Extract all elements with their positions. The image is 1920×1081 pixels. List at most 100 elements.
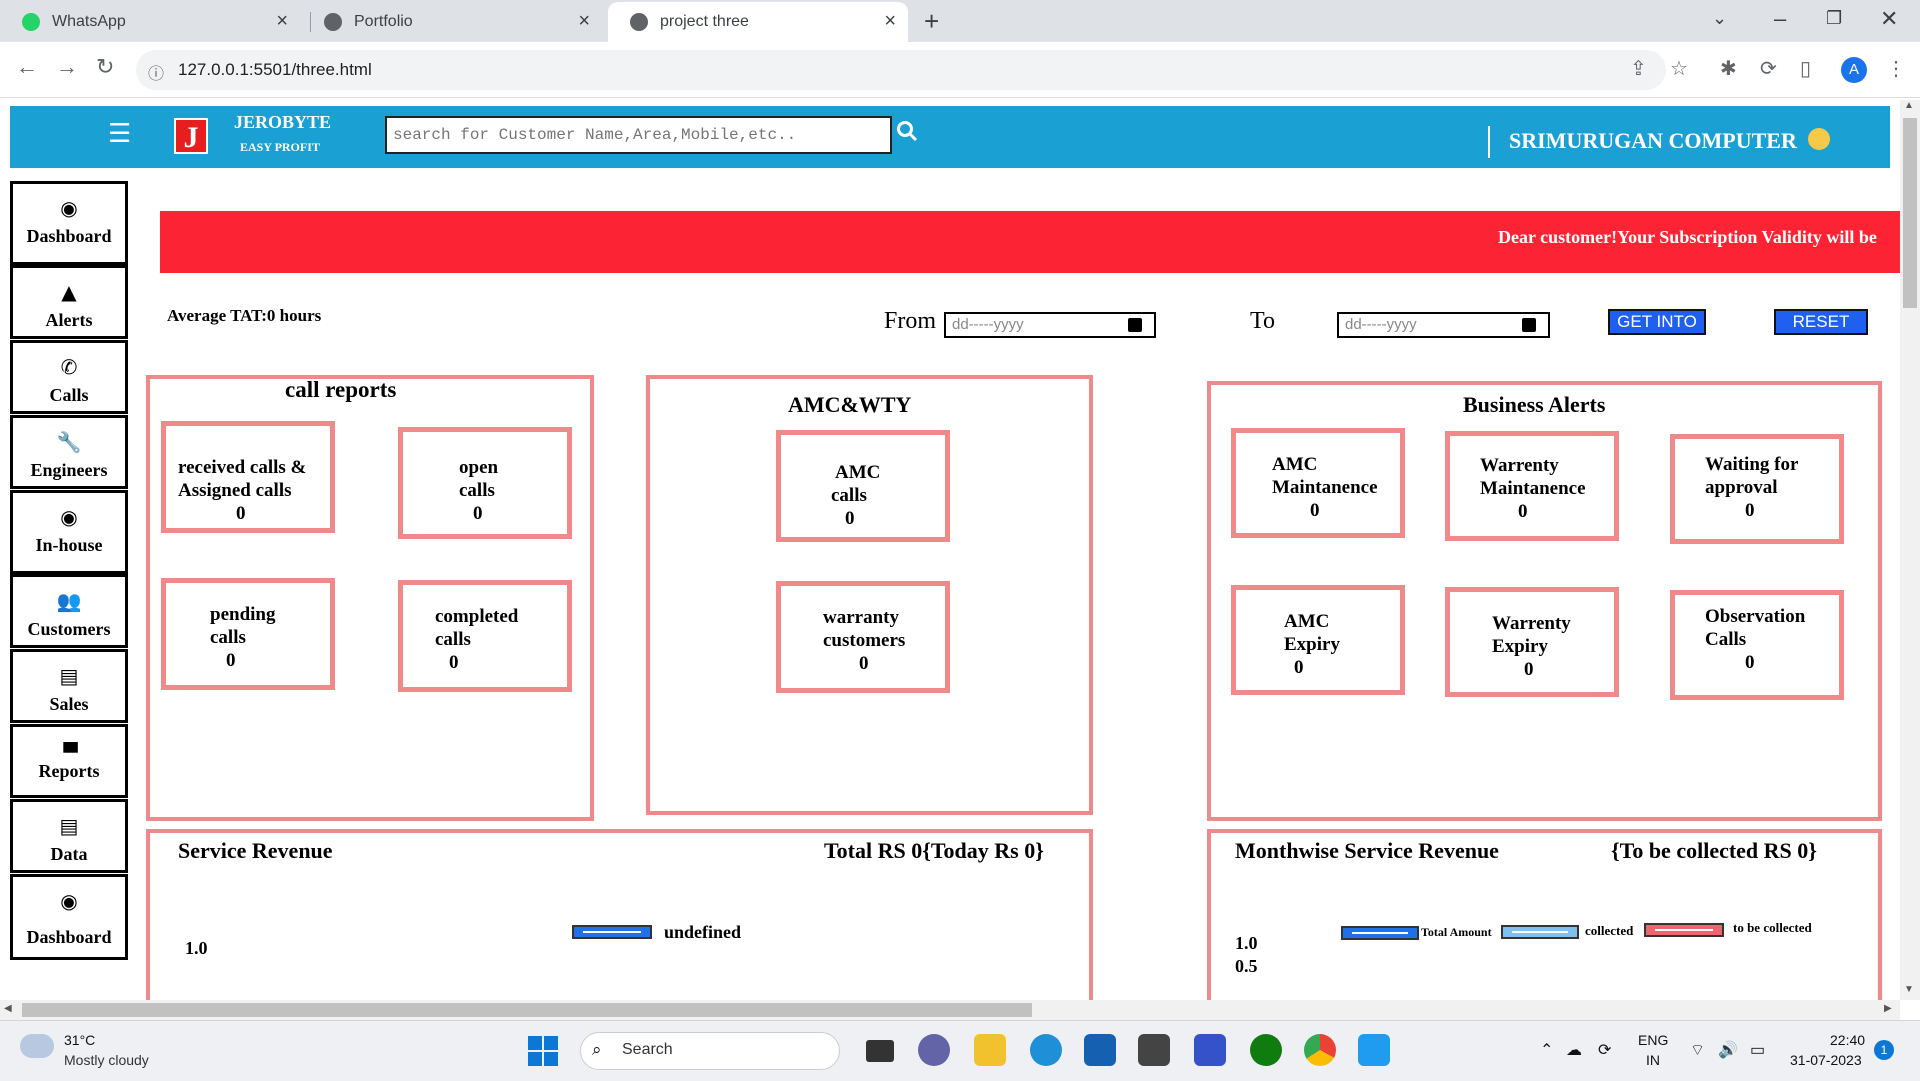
card-warranty-customers[interactable]: warranty customers 0 [776, 581, 950, 693]
taskbar-search[interactable] [580, 1032, 840, 1070]
forward-icon[interactable]: → [56, 54, 78, 80]
weather-temp[interactable]: 31°C [64, 1032, 95, 1048]
card-warrenty-expiry[interactable]: Warrenty Expiry 0 [1445, 587, 1619, 697]
share-icon[interactable]: ⇪ [1630, 56, 1647, 81]
legend-swatch-collected[interactable] [1501, 925, 1579, 939]
sync-icon[interactable]: ⟳ [1760, 56, 1777, 81]
legend-label[interactable]: undefined [664, 922, 741, 943]
tab-portfolio[interactable]: Portfolio × [304, 2, 604, 42]
sidebar-item-data[interactable]: ▤ Data [10, 799, 128, 873]
extensions-icon[interactable]: ✱ [1720, 56, 1737, 81]
calendar-icon[interactable] [1128, 318, 1142, 332]
sidebar-item-sales[interactable]: ▤ Sales [10, 649, 128, 723]
sidebar-item-alerts[interactable]: ▲ Alerts [10, 265, 128, 339]
card-amc-expiry[interactable]: AMC Expiry 0 [1231, 585, 1405, 695]
card-open-calls[interactable]: open calls 0 [398, 427, 572, 539]
onedrive-icon[interactable]: ☁ [1566, 1040, 1582, 1060]
horizontal-scrollbar-thumb[interactable] [22, 1003, 1032, 1017]
new-tab-icon[interactable]: + [924, 6, 939, 37]
get-into-button[interactable]: GET INTO [1608, 309, 1706, 335]
close-tab-icon[interactable]: × [578, 10, 590, 33]
teams-chat-icon[interactable] [918, 1034, 950, 1066]
from-date-input[interactable]: dd-----yyyy [944, 312, 1156, 338]
file-explorer-icon[interactable] [974, 1034, 1006, 1066]
url-text[interactable]: 127.0.0.1:5501/three.html [178, 60, 372, 80]
edge-icon[interactable] [1030, 1034, 1062, 1066]
notification-badge[interactable]: 1 [1874, 1040, 1894, 1060]
battery-icon[interactable]: ▭ [1750, 1040, 1765, 1060]
chevron-down-icon[interactable]: ⌄ [1712, 8, 1727, 29]
sidebar-item-calls[interactable]: ✆ Calls [10, 340, 128, 414]
sidebar-item-engineers[interactable]: 🔧 Engineers [10, 415, 128, 489]
legend-label-collected[interactable]: collected [1585, 923, 1633, 939]
windows-start-icon[interactable] [528, 1036, 558, 1066]
legend-swatch-total[interactable] [1341, 926, 1419, 940]
legend-swatch-to-be-collected[interactable] [1644, 923, 1724, 937]
vscode-icon[interactable] [1358, 1034, 1390, 1066]
minimize-icon[interactable]: – [1774, 6, 1786, 32]
legend-label-to-be-collected[interactable]: to be collected [1733, 920, 1812, 936]
close-tab-icon[interactable]: × [276, 10, 288, 33]
back-icon[interactable]: ← [16, 54, 38, 80]
close-tab-icon[interactable]: × [884, 10, 896, 33]
reload-icon[interactable]: ↻ [96, 54, 114, 80]
weather-cloud-icon[interactable] [20, 1034, 54, 1058]
profile-avatar[interactable]: A [1841, 57, 1867, 83]
language-indicator[interactable]: ENG [1638, 1032, 1668, 1048]
card-completed-calls[interactable]: completed calls 0 [398, 580, 572, 692]
sidebar-item-dashboard-2[interactable]: ◉ Dashboard [10, 874, 128, 960]
volume-icon[interactable]: 🔊 [1718, 1040, 1738, 1060]
app-code-icon[interactable] [1194, 1034, 1226, 1066]
region-indicator[interactable]: IN [1646, 1052, 1660, 1068]
y-tick-label: 0.5 [1235, 956, 1258, 976]
scroll-up-icon[interactable]: ▲ [1904, 100, 1914, 111]
chevron-up-icon[interactable]: ⌃ [1540, 1040, 1553, 1060]
scroll-right-icon[interactable]: ▶ [1884, 1003, 1892, 1014]
task-view-icon[interactable] [866, 1040, 894, 1062]
wifi-icon[interactable]: ⌔ [1690, 1040, 1705, 1060]
book-icon: ▤ [59, 814, 79, 838]
calendar-icon[interactable] [1522, 318, 1536, 332]
star-icon[interactable]: ☆ [1670, 56, 1688, 81]
search-icon[interactable] [896, 120, 918, 142]
sidebar-item-customers[interactable]: 👥 Customers [10, 574, 128, 648]
wrench-icon: 🔧 [56, 430, 82, 454]
sidebar-item-dashboard[interactable]: ◉ Dashboard [10, 181, 128, 265]
tab-whatsapp[interactable]: WhatsApp × [0, 2, 300, 42]
users-icon: 👥 [56, 589, 82, 613]
card-observation-calls[interactable]: Observation Calls 0 [1670, 590, 1844, 700]
tab-project-three[interactable]: project three × [608, 2, 908, 42]
hamburger-menu-icon[interactable]: ☰ [108, 118, 131, 149]
clock-time[interactable]: 22:40 [1830, 1032, 1865, 1048]
sidebar-item-in-house[interactable]: ◉ In-house [10, 490, 128, 574]
legend-label-total[interactable]: Total Amount [1421, 925, 1492, 940]
reset-button[interactable]: RESET [1774, 309, 1868, 335]
taskbar-search-label[interactable]: Search [622, 1041, 673, 1059]
search-input[interactable] [385, 116, 892, 154]
side-panel-icon[interactable]: ▯ [1800, 56, 1811, 81]
card-pending-calls[interactable]: pending calls 0 [161, 578, 335, 690]
card-amc-calls[interactable]: AMC calls 0 [776, 430, 950, 542]
card-waiting-for-approval[interactable]: Waiting for approval 0 [1670, 434, 1844, 544]
card-amc-maintanence[interactable]: AMC Maintanence 0 [1231, 428, 1405, 538]
store-icon[interactable] [1084, 1034, 1116, 1066]
xbox-icon[interactable] [1250, 1034, 1282, 1066]
vertical-scrollbar-thumb[interactable] [1903, 118, 1917, 308]
bar-chart-icon: ▮▮▮ [61, 739, 79, 755]
app-cube-icon[interactable] [1138, 1034, 1170, 1066]
menu-kebab-icon[interactable]: ⋮ [1886, 56, 1906, 81]
scroll-down-icon[interactable]: ▼ [1904, 984, 1914, 995]
legend-swatch[interactable] [572, 925, 652, 939]
chrome-icon[interactable] [1304, 1034, 1336, 1066]
close-window-icon[interactable]: ✕ [1880, 6, 1898, 32]
restore-icon[interactable]: ❐ [1826, 8, 1842, 29]
weather-desc[interactable]: Mostly cloudy [64, 1052, 149, 1068]
sidebar-item-reports[interactable]: ▮▮▮ Reports [10, 724, 128, 798]
card-received-calls[interactable]: received calls & Assigned calls 0 [161, 421, 335, 533]
card-warrenty-maintanence[interactable]: Warrenty Maintanence 0 [1445, 431, 1619, 541]
info-icon[interactable]: ⓘ [148, 60, 164, 84]
scroll-left-icon[interactable]: ◀ [4, 1003, 12, 1014]
to-date-input[interactable]: dd-----yyyy [1337, 312, 1550, 338]
clock-date[interactable]: 31-07-2023 [1790, 1052, 1862, 1068]
sync-icon[interactable]: ⟳ [1598, 1040, 1611, 1060]
